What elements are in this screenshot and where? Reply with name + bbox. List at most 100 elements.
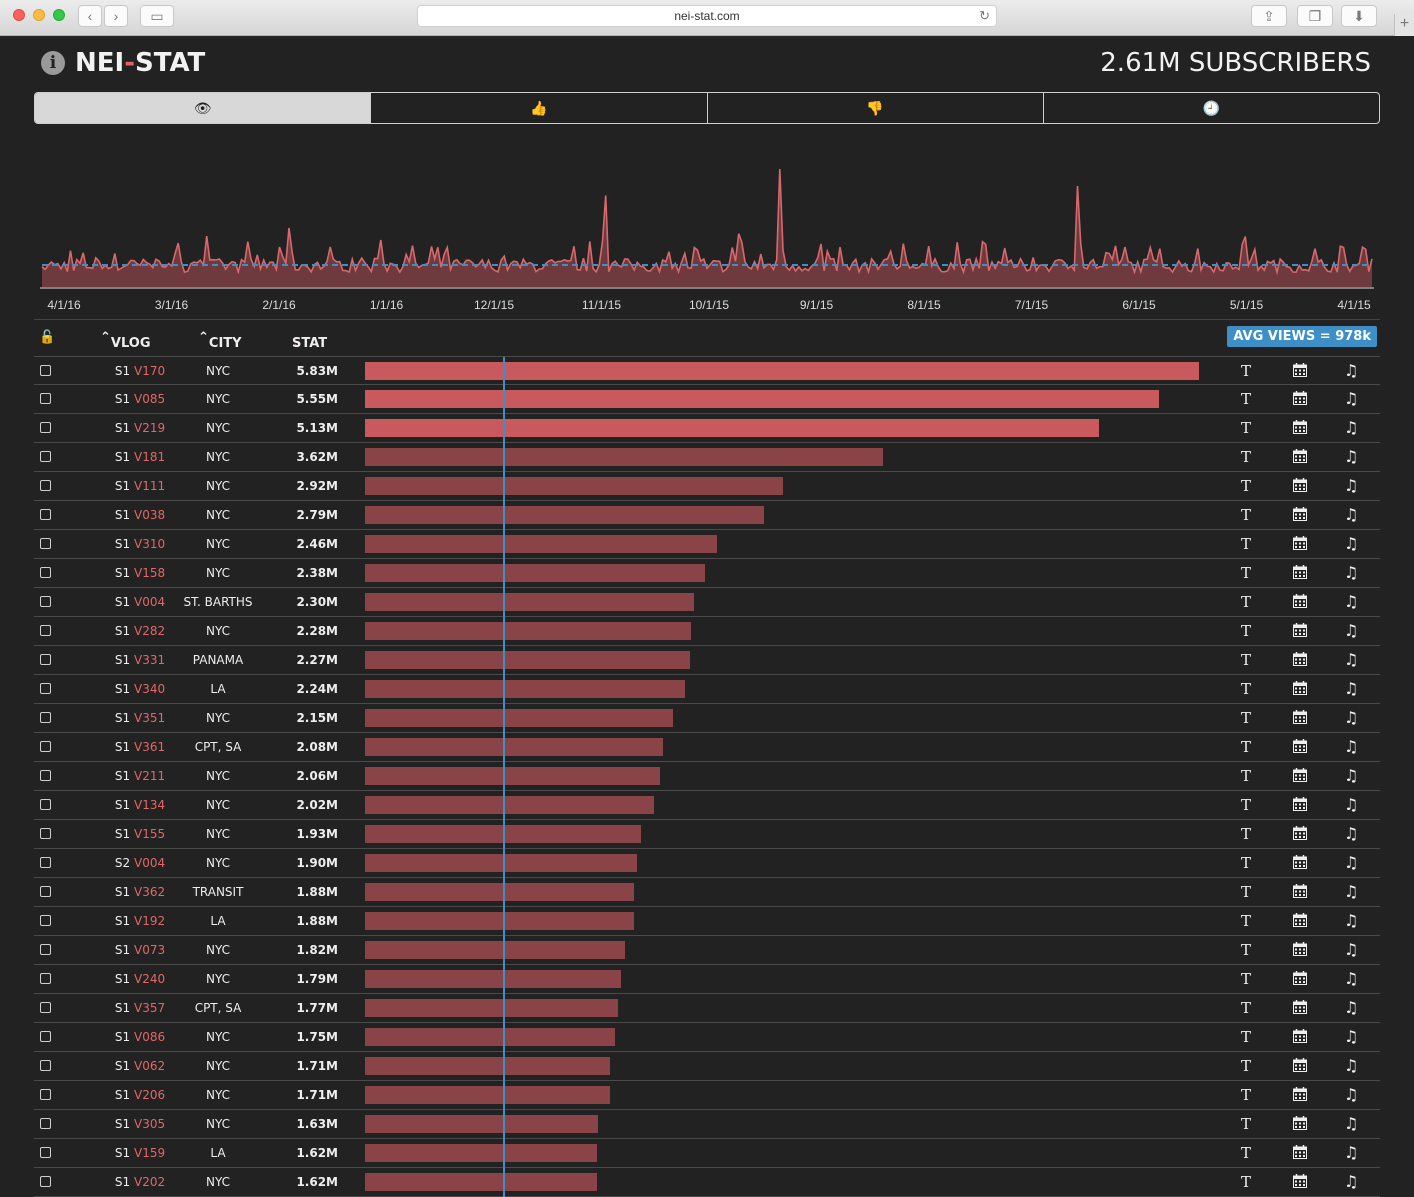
row-checkbox[interactable]: [40, 654, 51, 665]
tab-time[interactable]: 🕘: [1044, 93, 1379, 123]
calendar-icon[interactable]: [1293, 942, 1307, 956]
table-row[interactable]: S1 V362 TRANSIT 1.88M T ♫: [34, 878, 1380, 907]
row-checkbox[interactable]: [40, 1147, 51, 1158]
table-row[interactable]: S1 V062 NYC 1.71M T ♫: [34, 1052, 1380, 1081]
calendar-icon[interactable]: [1293, 478, 1307, 492]
transcript-icon[interactable]: T: [1241, 622, 1251, 640]
video-number[interactable]: V362: [134, 885, 165, 899]
video-number[interactable]: V170: [134, 364, 165, 378]
row-checkbox[interactable]: [40, 712, 51, 723]
transcript-icon[interactable]: T: [1241, 593, 1251, 611]
video-number[interactable]: V134: [134, 798, 165, 812]
calendar-icon[interactable]: [1293, 1174, 1307, 1188]
sidebar-icon[interactable]: ▭: [140, 5, 174, 27]
vlog-id[interactable]: S1 V111: [100, 479, 180, 493]
music-icon[interactable]: ♫: [1344, 447, 1358, 466]
calendar-icon[interactable]: [1293, 826, 1307, 840]
video-number[interactable]: V181: [134, 450, 165, 464]
vlog-id[interactable]: S1 V086: [100, 1030, 180, 1044]
transcript-icon[interactable]: T: [1241, 1144, 1251, 1162]
video-number[interactable]: V086: [134, 1030, 165, 1044]
music-icon[interactable]: ♫: [1344, 853, 1358, 872]
row-checkbox[interactable]: [40, 915, 51, 926]
table-row[interactable]: S1 V219 NYC 5.13M T ♫: [34, 414, 1380, 443]
music-icon[interactable]: ♫: [1344, 650, 1358, 669]
calendar-icon[interactable]: [1293, 768, 1307, 782]
vlog-id[interactable]: S1 V357: [100, 1001, 180, 1015]
vlog-id[interactable]: S1 V240: [100, 972, 180, 986]
calendar-icon[interactable]: [1293, 797, 1307, 811]
table-row[interactable]: S1 V181 NYC 3.62M T ♫: [34, 443, 1380, 472]
transcript-icon[interactable]: T: [1241, 535, 1251, 553]
row-checkbox[interactable]: [40, 1089, 51, 1100]
calendar-icon[interactable]: [1293, 1145, 1307, 1159]
music-icon[interactable]: ♫: [1344, 476, 1358, 495]
music-icon[interactable]: ♫: [1344, 998, 1358, 1017]
video-number[interactable]: V159: [134, 1146, 165, 1160]
minimize-window-button[interactable]: [33, 9, 45, 21]
table-row[interactable]: S1 V282 NYC 2.28M T ♫: [34, 617, 1380, 646]
calendar-icon[interactable]: [1293, 623, 1307, 637]
video-number[interactable]: V351: [134, 711, 165, 725]
calendar-icon[interactable]: [1293, 971, 1307, 985]
row-checkbox[interactable]: [40, 365, 51, 376]
vlog-id[interactable]: S1 V181: [100, 450, 180, 464]
table-row[interactable]: S1 V351 NYC 2.15M T ♫: [34, 704, 1380, 733]
music-icon[interactable]: ♫: [1344, 1114, 1358, 1133]
address-bar[interactable]: nei-stat.com ↻: [417, 5, 997, 27]
transcript-icon[interactable]: T: [1241, 1028, 1251, 1046]
close-window-button[interactable]: [13, 9, 25, 21]
lock-icon[interactable]: 🔓: [39, 330, 55, 345]
music-icon[interactable]: ♫: [1344, 592, 1358, 611]
calendar-icon[interactable]: [1293, 363, 1307, 377]
video-number[interactable]: V202: [134, 1175, 165, 1189]
video-number[interactable]: V206: [134, 1088, 165, 1102]
music-icon[interactable]: ♫: [1344, 824, 1358, 843]
vlog-id[interactable]: S1 V004: [100, 595, 180, 609]
row-checkbox[interactable]: [40, 480, 51, 491]
tab-dislikes[interactable]: 👎: [708, 93, 1044, 123]
music-icon[interactable]: ♫: [1344, 1172, 1358, 1191]
transcript-icon[interactable]: T: [1241, 883, 1251, 901]
table-row[interactable]: S1 V340 LA 2.24M T ♫: [34, 675, 1380, 704]
video-number[interactable]: V305: [134, 1117, 165, 1131]
table-row[interactable]: S1 V155 NYC 1.93M T ♫: [34, 820, 1380, 849]
vlog-id[interactable]: S1 V219: [100, 421, 180, 435]
transcript-icon[interactable]: T: [1241, 680, 1251, 698]
video-number[interactable]: V038: [134, 508, 165, 522]
music-icon[interactable]: ♫: [1344, 679, 1358, 698]
music-icon[interactable]: ♫: [1344, 389, 1358, 408]
music-icon[interactable]: ♫: [1344, 505, 1358, 524]
calendar-icon[interactable]: [1293, 420, 1307, 434]
row-checkbox[interactable]: [40, 393, 51, 404]
row-checkbox[interactable]: [40, 770, 51, 781]
row-checkbox[interactable]: [40, 857, 51, 868]
music-icon[interactable]: ♫: [1344, 766, 1358, 785]
table-row[interactable]: S1 V111 NYC 2.92M T ♫: [34, 472, 1380, 501]
table-row[interactable]: S2 V004 NYC 1.90M T ♫: [34, 849, 1380, 878]
row-checkbox[interactable]: [40, 1002, 51, 1013]
calendar-icon[interactable]: [1293, 1000, 1307, 1014]
music-icon[interactable]: ♫: [1344, 708, 1358, 727]
video-number[interactable]: V111: [134, 479, 165, 493]
row-checkbox[interactable]: [40, 422, 51, 433]
row-checkbox[interactable]: [40, 567, 51, 578]
vlog-id[interactable]: S1 V170: [100, 364, 180, 378]
music-icon[interactable]: ♫: [1344, 911, 1358, 930]
music-icon[interactable]: ♫: [1344, 563, 1358, 582]
music-icon[interactable]: ♫: [1344, 1085, 1358, 1104]
vlog-id[interactable]: S1 V361: [100, 740, 180, 754]
calendar-icon[interactable]: [1293, 855, 1307, 869]
video-number[interactable]: V219: [134, 421, 165, 435]
video-number[interactable]: V357: [134, 1001, 165, 1015]
calendar-icon[interactable]: [1293, 913, 1307, 927]
row-checkbox[interactable]: [40, 509, 51, 520]
transcript-icon[interactable]: T: [1241, 970, 1251, 988]
vlog-id[interactable]: S1 V340: [100, 682, 180, 696]
calendar-icon[interactable]: [1293, 507, 1307, 521]
music-icon[interactable]: ♫: [1344, 795, 1358, 814]
vlog-id[interactable]: S1 V331: [100, 653, 180, 667]
video-number[interactable]: V085: [134, 392, 165, 406]
table-row[interactable]: S1 V158 NYC 2.38M T ♫: [34, 559, 1380, 588]
calendar-icon[interactable]: [1293, 1116, 1307, 1130]
